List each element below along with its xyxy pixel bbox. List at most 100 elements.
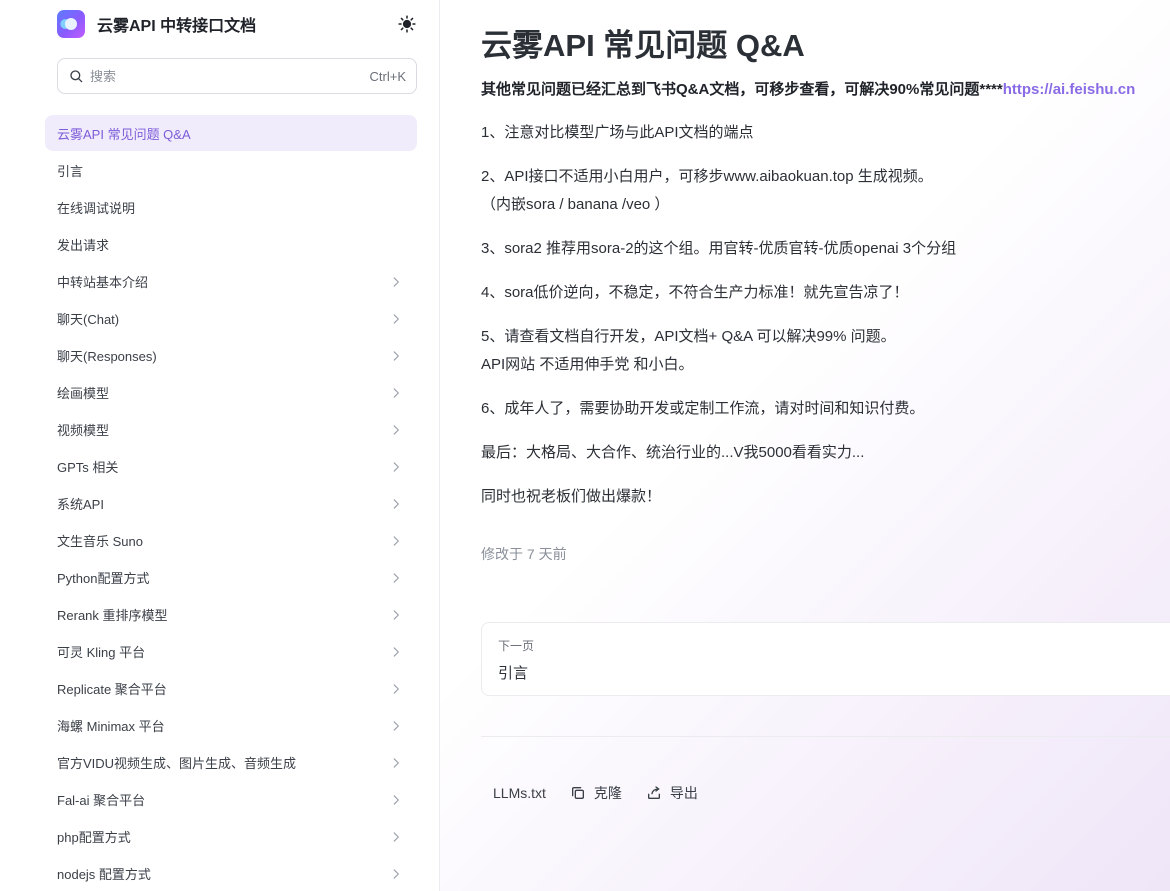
sidebar-item-label: 官方VIDU视频生成、图片生成、音频生成: [57, 756, 297, 771]
next-page-label: 下一页: [498, 639, 535, 653]
sidebar-item[interactable]: 官方VIDU视频生成、图片生成、音频生成: [45, 744, 417, 781]
footer-actions: LLMs.txt 克隆 导出: [493, 782, 698, 804]
brand-title: 云雾API 中转接口文档: [97, 18, 257, 35]
sidebar-item-label: 发出请求: [57, 238, 110, 253]
sidebar-item[interactable]: 系统API: [45, 485, 417, 522]
sidebar-item[interactable]: 中转站基本介绍: [45, 263, 417, 300]
brand[interactable]: 云雾API 中转接口文档: [57, 10, 256, 38]
sidebar-item-label: Rerank 重排序模型: [57, 608, 168, 623]
search-input[interactable]: [90, 68, 370, 84]
sidebar-item[interactable]: 引言: [45, 152, 417, 189]
chevron-right-icon[interactable]: [389, 386, 403, 400]
sidebar-item-label: 引言: [57, 164, 84, 179]
sidebar-item[interactable]: Replicate 聚合平台: [45, 670, 417, 707]
paragraph-line: API网站 不适用伸手党 和小白。: [481, 356, 694, 373]
sidebar-item-label: 视频模型: [57, 423, 110, 438]
sidebar-item-label: 在线调试说明: [57, 201, 136, 216]
sidebar-item[interactable]: 在线调试说明: [45, 189, 417, 226]
sidebar-item-label: php配置方式: [57, 830, 131, 845]
next-page-card[interactable]: 下一页 引言: [481, 622, 1170, 696]
article-paragraph: 同时也祝老板们做出爆款！: [481, 483, 661, 511]
sidebar-item[interactable]: 聊天(Chat): [45, 300, 417, 337]
sidebar-item[interactable]: 绘画模型: [45, 374, 417, 411]
sidebar-item[interactable]: GPTs 相关: [45, 448, 417, 485]
paragraph-line: 2、API接口不适用小白用户，可移步www.aibaokuan.top 生成视频…: [481, 168, 933, 185]
sidebar-item[interactable]: Fal-ai 聚合平台: [45, 781, 417, 818]
search-shortcut: Ctrl+K: [369, 68, 406, 84]
copy-icon: [571, 787, 584, 799]
article-paragraph: 5、请查看文档自行开发，API文档+ Q&A 可以解决99% 问题。 API网站 …: [481, 323, 896, 379]
clone-button[interactable]: 克隆: [570, 782, 622, 804]
sidebar-nav: 云雾API 常见问题 Q&A 引言在线调试说明 发出请求中转站基本介绍聊天(Chat…: [45, 115, 417, 891]
sidebar-item-label: 中转站基本介绍: [57, 275, 149, 290]
sidebar-item-label: 绘画模型: [57, 386, 110, 401]
article-paragraph: 6、成年人了，需要协助开发或定制工作流，请对时间和知识付费。: [481, 395, 924, 423]
llms-txt-link[interactable]: LLMs.txt: [493, 782, 546, 804]
sidebar-item-label: Python配置方式: [57, 571, 150, 586]
sidebar-item[interactable]: 聊天(Responses): [45, 337, 417, 374]
intro-strong: 其他常见问题已经汇总到飞书Q&A文档，可移步查看，可解决90%常见问题****: [481, 81, 1003, 98]
app-root: 云雾API 中转接口文档 Ctrl+K 云雾API 常见问题 Q&A引言在线调试…: [0, 0, 1170, 891]
page-title: 云雾API 常见问题 Q&A: [481, 28, 805, 63]
paragraph-line: 3、sora2 推荐用sora-2的这个组。用官转-优质官转-优质openai …: [481, 240, 957, 257]
chevron-right-icon[interactable]: [389, 571, 403, 585]
paragraph-line: （内嵌sora / banana /veo ）: [481, 196, 670, 213]
article-paragraph: 2、API接口不适用小白用户，可移步www.aibaokuan.top 生成视频…: [481, 163, 933, 219]
modified-time: 修改于 7 天前: [481, 546, 567, 562]
paragraph-line: 同时也祝老板们做出爆款！: [481, 488, 662, 505]
chevron-right-icon[interactable]: [389, 312, 403, 326]
theme-toggle-sun-icon[interactable]: [397, 14, 417, 34]
chevron-right-icon[interactable]: [389, 497, 403, 511]
article-paragraph: 最后：大格局、大合作、统治行业的...V我5000看看实力...: [481, 439, 864, 467]
chevron-right-icon[interactable]: [389, 608, 403, 622]
sidebar-item[interactable]: 可灵 Kling 平台: [45, 633, 417, 670]
chevron-right-icon[interactable]: [389, 275, 403, 289]
chevron-right-icon[interactable]: [389, 534, 403, 548]
footer-divider: [481, 736, 1170, 737]
export-icon: [647, 786, 660, 799]
search-icon: [70, 70, 83, 83]
next-page-title: 引言: [498, 665, 529, 682]
export-label: 导出: [669, 785, 698, 801]
sidebar-item[interactable]: Rerank 重排序模型: [45, 596, 417, 633]
sidebar-item[interactable]: 海螺 Minimax 平台: [45, 707, 417, 744]
sidebar-item[interactable]: Python配置方式: [45, 559, 417, 596]
sidebar-item[interactable]: 视频模型: [45, 411, 417, 448]
clone-label: 克隆: [593, 785, 622, 801]
chevron-right-icon[interactable]: [389, 793, 403, 807]
chevron-right-icon[interactable]: [389, 756, 403, 770]
sidebar-item-label: 可灵 Kling 平台: [57, 645, 146, 660]
export-button[interactable]: 导出: [646, 782, 698, 804]
sidebar-item[interactable]: 发出请求: [45, 226, 417, 263]
article-paragraph: 1、注意对比模型广场与此API文档的端点: [481, 119, 754, 147]
paragraph-line: 5、请查看文档自行开发，API文档+ Q&A 可以解决99% 问题。: [481, 328, 896, 345]
sidebar-item-label: 聊天(Responses): [57, 349, 157, 364]
chevron-right-icon[interactable]: [389, 719, 403, 733]
search-box[interactable]: Ctrl+K: [57, 58, 417, 94]
sidebar-item[interactable]: nodejs 配置方式: [45, 855, 417, 891]
sidebar-item[interactable]: 文生音乐 Suno: [45, 522, 417, 559]
sidebar-item-label: GPTs 相关: [57, 460, 119, 475]
sidebar-item-label: 海螺 Minimax 平台: [57, 719, 165, 734]
llms-txt-label: LLMs.txt: [493, 785, 546, 801]
paragraph-line: 6、成年人了，需要协助开发或定制工作流，请对时间和知识付费。: [481, 400, 925, 417]
chevron-right-icon[interactable]: [389, 682, 403, 696]
sidebar-item-label: nodejs 配置方式: [57, 867, 151, 882]
chevron-right-icon[interactable]: [389, 460, 403, 474]
intro-link[interactable]: https://ai.feishu.cn: [1003, 81, 1136, 98]
chevron-right-icon[interactable]: [389, 645, 403, 659]
sidebar-item[interactable]: 云雾API 常见问题 Q&A: [45, 115, 417, 151]
sidebar-item-label: Fal-ai 聚合平台: [57, 793, 146, 808]
chevron-right-icon[interactable]: [389, 423, 403, 437]
sidebar: 云雾API 中转接口文档 Ctrl+K 云雾API 常见问题 Q&A 引言在线调试…: [0, 0, 440, 891]
chevron-right-icon[interactable]: [389, 349, 403, 363]
article-paragraph: 3、sora2 推荐用sora-2的这个组。用官转-优质官转-优质openai …: [481, 235, 956, 263]
chevron-right-icon[interactable]: [389, 830, 403, 844]
sidebar-item-label: 系统API: [57, 497, 104, 512]
chevron-right-icon[interactable]: [389, 867, 403, 881]
sidebar-item-label: Replicate 聚合平台: [57, 682, 167, 697]
sidebar-item-label: 云雾API 常见问题 Q&A: [57, 126, 191, 142]
brand-logo: [57, 10, 85, 38]
sidebar-item-label: 文生音乐 Suno: [57, 534, 143, 549]
sidebar-item[interactable]: php配置方式: [45, 818, 417, 855]
